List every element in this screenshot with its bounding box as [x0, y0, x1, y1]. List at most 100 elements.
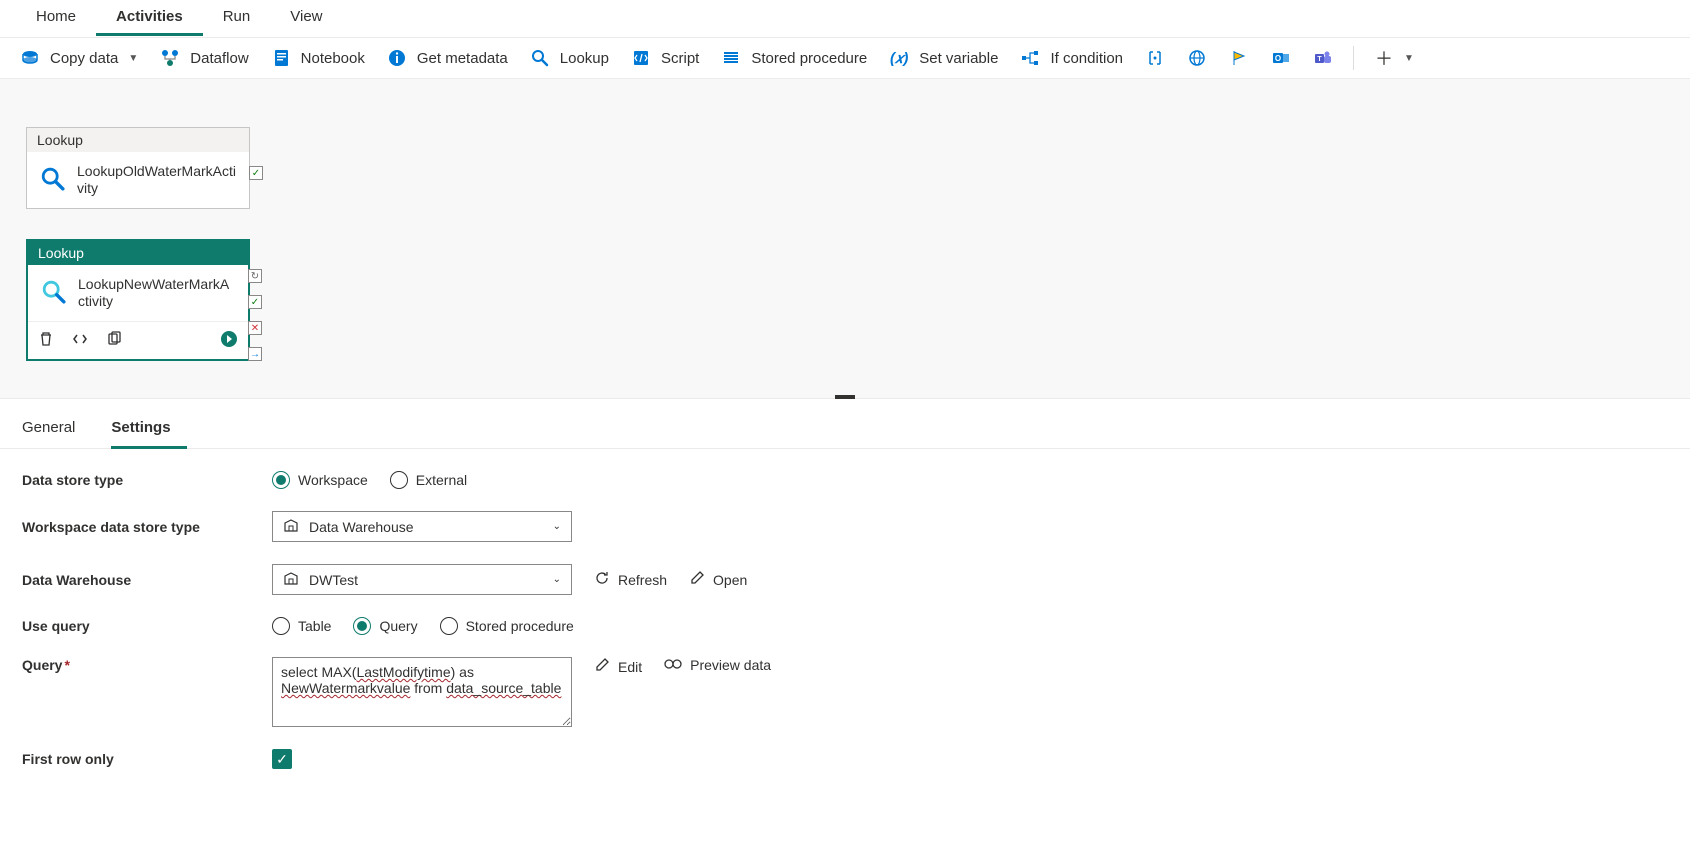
radio-label: Workspace — [298, 472, 368, 488]
radio-workspace[interactable]: Workspace — [272, 471, 368, 489]
toolbar-web-button[interactable] — [1185, 44, 1209, 72]
variable-icon: (𝑥) — [889, 48, 909, 68]
lookup-icon — [40, 278, 68, 309]
stored-procedure-button[interactable]: Stored procedure — [719, 44, 869, 72]
nav-tab-activities[interactable]: Activities — [96, 0, 203, 36]
edit-icon — [594, 657, 610, 676]
if-condition-label: If condition — [1050, 50, 1123, 67]
nav-tab-run[interactable]: Run — [203, 0, 271, 36]
code-icon[interactable] — [72, 331, 88, 350]
get-metadata-label: Get metadata — [417, 50, 508, 67]
copy-data-button[interactable]: Copy data ▼ — [18, 44, 140, 72]
delete-icon[interactable] — [38, 331, 54, 350]
set-variable-button[interactable]: (𝑥) Set variable — [887, 44, 1000, 72]
tab-general[interactable]: General — [22, 411, 91, 449]
if-condition-button[interactable]: If condition — [1018, 44, 1125, 72]
panel-resize-handle[interactable] — [835, 395, 855, 399]
node-lookup-new[interactable]: Lookup LookupNewWaterMarkActivity ↻ ✓ ✕ … — [26, 239, 250, 361]
copy-data-icon — [20, 48, 40, 68]
notebook-label: Notebook — [301, 50, 365, 67]
toolbar-outlook-button[interactable]: O — [1269, 44, 1293, 72]
notebook-button[interactable]: Notebook — [269, 44, 367, 72]
fail-badge[interactable]: ✕ — [248, 321, 262, 335]
toolbar: Copy data ▼ Dataflow Notebook Get metada… — [0, 37, 1690, 79]
pipeline-canvas[interactable]: Lookup LookupOldWaterMarkActivity ✓ Look… — [0, 79, 1690, 399]
svg-text:O: O — [1275, 54, 1281, 63]
notebook-icon — [271, 48, 291, 68]
nav-tab-view[interactable]: View — [270, 0, 342, 36]
copy-icon[interactable] — [106, 331, 122, 350]
select-workspace-type[interactable]: Data Warehouse ⌄ — [272, 511, 572, 542]
open-button[interactable]: Open — [689, 570, 747, 589]
script-icon — [631, 48, 651, 68]
select-value: Data Warehouse — [309, 519, 543, 535]
toolbar-extra-1[interactable] — [1143, 44, 1167, 72]
info-icon — [387, 48, 407, 68]
warehouse-icon — [283, 570, 299, 589]
chevron-down-icon: ⌄ — [553, 521, 561, 532]
plus-icon: ＋ — [1374, 48, 1394, 68]
nav-tab-home[interactable]: Home — [16, 0, 96, 36]
dataflow-icon — [160, 48, 180, 68]
radio-table[interactable]: Table — [272, 617, 331, 635]
label-query: Query* — [22, 657, 272, 673]
settings-form: Data store type Workspace External Works… — [0, 449, 1690, 813]
run-icon[interactable] — [220, 330, 238, 351]
refresh-button[interactable]: Refresh — [594, 570, 667, 589]
bracket-icon — [1145, 48, 1165, 68]
stored-procedure-icon — [721, 48, 741, 68]
query-input[interactable]: select MAX(LastModifytime) as NewWaterma… — [272, 657, 572, 727]
copy-data-label: Copy data — [50, 50, 118, 67]
pennant-icon — [1229, 48, 1249, 68]
radio-label: Query — [379, 618, 417, 634]
select-data-warehouse[interactable]: DWTest ⌄ — [272, 564, 572, 595]
get-metadata-button[interactable]: Get metadata — [385, 44, 510, 72]
script-label: Script — [661, 50, 699, 67]
outlook-icon: O — [1271, 48, 1291, 68]
radio-label: Stored procedure — [466, 618, 574, 634]
node-name: LookupOldWaterMarkActivity — [77, 163, 237, 198]
dataflow-button[interactable]: Dataflow — [158, 44, 250, 72]
toolbar-extra-3[interactable] — [1227, 44, 1251, 72]
lookup-icon — [530, 48, 550, 68]
label-data-store-type: Data store type — [22, 472, 272, 488]
select-value: DWTest — [309, 572, 543, 588]
success-badge[interactable]: ✓ — [249, 166, 263, 180]
toolbar-teams-button[interactable]: T — [1311, 44, 1335, 72]
refresh-label: Refresh — [618, 572, 667, 588]
toolbar-add-button[interactable]: ＋ ▼ — [1372, 44, 1416, 72]
dataflow-label: Dataflow — [190, 50, 248, 67]
if-condition-icon — [1020, 48, 1040, 68]
radio-query[interactable]: Query — [353, 617, 417, 635]
radio-external[interactable]: External — [390, 471, 467, 489]
success-badge[interactable]: ✓ — [248, 295, 262, 309]
radio-stored-procedure[interactable]: Stored procedure — [440, 617, 574, 635]
globe-icon — [1187, 48, 1207, 68]
node-type-label: Lookup — [28, 241, 248, 265]
chevron-down-icon: ▼ — [1404, 53, 1414, 64]
node-name: LookupNewWaterMarkActivity — [78, 276, 236, 311]
chevron-down-icon: ⌄ — [553, 574, 561, 585]
script-button[interactable]: Script — [629, 44, 701, 72]
first-row-checkbox[interactable]: ✓ — [272, 749, 292, 769]
teams-icon: T — [1313, 48, 1333, 68]
label-first-row: First row only — [22, 751, 272, 767]
lookup-label: Lookup — [560, 50, 609, 67]
lookup-button[interactable]: Lookup — [528, 44, 611, 72]
edit-icon — [689, 570, 705, 589]
preview-data-button[interactable]: Preview data — [664, 657, 771, 673]
lookup-icon — [39, 165, 67, 196]
node-type-label: Lookup — [27, 128, 249, 152]
node-lookup-old[interactable]: Lookup LookupOldWaterMarkActivity ✓ — [26, 127, 250, 209]
edit-label: Edit — [618, 659, 642, 675]
label-use-query: Use query — [22, 618, 272, 634]
open-label: Open — [713, 572, 747, 588]
retry-badge[interactable]: ↻ — [248, 269, 262, 283]
radio-label: External — [416, 472, 467, 488]
skip-badge[interactable]: → — [248, 347, 262, 361]
tab-settings[interactable]: Settings — [111, 411, 186, 449]
preview-label: Preview data — [690, 657, 771, 673]
edit-query-button[interactable]: Edit — [594, 657, 642, 676]
refresh-icon — [594, 570, 610, 589]
set-variable-label: Set variable — [919, 50, 998, 67]
